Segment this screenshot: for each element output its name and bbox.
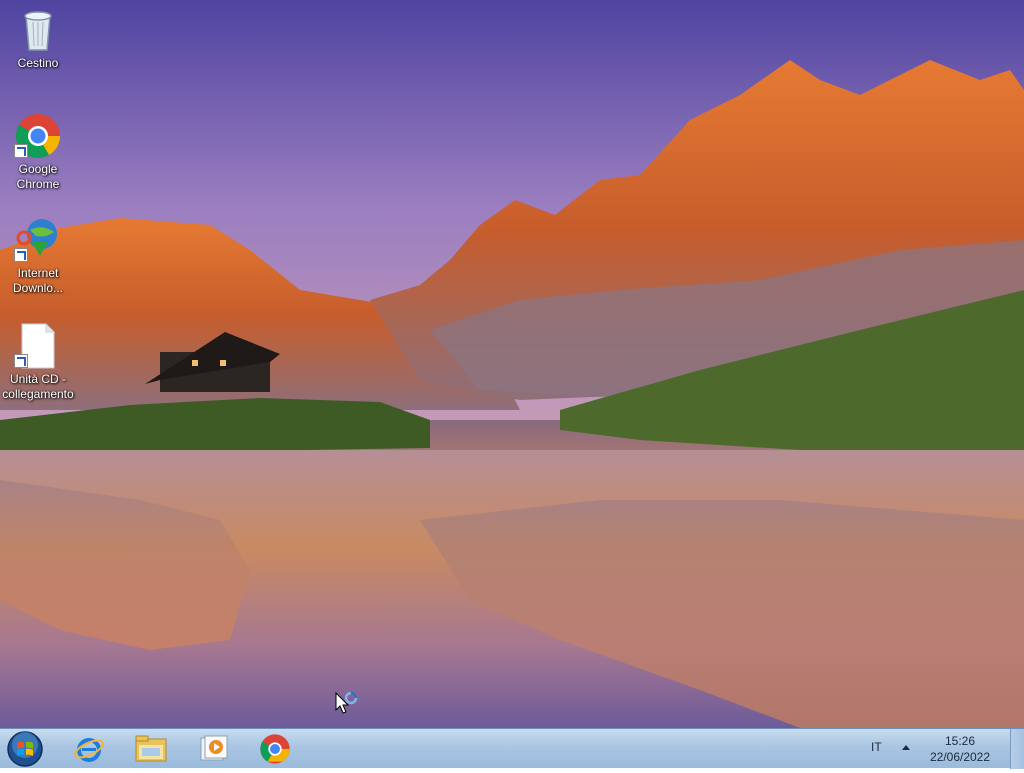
desktop-icon-label: Internet Downlo... [12, 266, 64, 295]
language-indicator[interactable]: IT [871, 740, 882, 754]
desktop-icon-internet-download-manager[interactable]: Internet Downlo... [0, 216, 76, 296]
taskbar-chrome[interactable] [250, 731, 300, 767]
wallpaper-landscape [0, 0, 1024, 728]
show-hidden-icons-arrow-icon[interactable] [902, 745, 910, 750]
desktop-icon-label: Cestino [17, 56, 59, 70]
clock-date: 22/06/2022 [929, 750, 991, 764]
internet-download-manager-icon [14, 216, 62, 264]
system-tray: IT 15:26 22/06/2022 [854, 729, 1024, 769]
desktop-icon-cd-drive-shortcut[interactable]: Unità CD - collegamento [0, 322, 76, 402]
chrome-icon [260, 734, 290, 764]
shortcut-arrow-icon [14, 248, 28, 262]
desktop-icon-chrome[interactable]: Google Chrome [0, 112, 76, 192]
desktop[interactable]: Cestino Google Chrome Internet Downlo...… [0, 0, 1024, 728]
desktop-icon-label: Unità CD - collegamento [2, 372, 74, 401]
taskbar: IT 15:26 22/06/2022 [0, 728, 1024, 769]
desktop-icon-recycle-bin[interactable]: Cestino [0, 6, 76, 71]
file-shortcut-icon [14, 322, 62, 370]
media-player-icon [200, 735, 228, 761]
file-explorer-icon [135, 735, 167, 762]
clock[interactable]: 15:26 22/06/2022 [920, 733, 1000, 765]
shortcut-arrow-icon [14, 144, 28, 158]
recycle-bin-icon [14, 6, 62, 54]
show-desktop-button[interactable] [1010, 729, 1024, 769]
desktop-icon-label: Google Chrome [16, 162, 60, 191]
chrome-icon [14, 112, 62, 160]
shortcut-arrow-icon [14, 354, 28, 368]
taskbar-file-explorer[interactable] [126, 731, 176, 767]
internet-explorer-icon [74, 738, 104, 762]
start-button[interactable] [6, 730, 44, 768]
start-orb-icon [7, 731, 43, 767]
taskbar-internet-explorer[interactable] [64, 731, 114, 767]
clock-time: 15:26 [944, 734, 976, 748]
taskbar-media-player[interactable] [188, 731, 238, 767]
busy-cursor-icon [335, 692, 358, 714]
